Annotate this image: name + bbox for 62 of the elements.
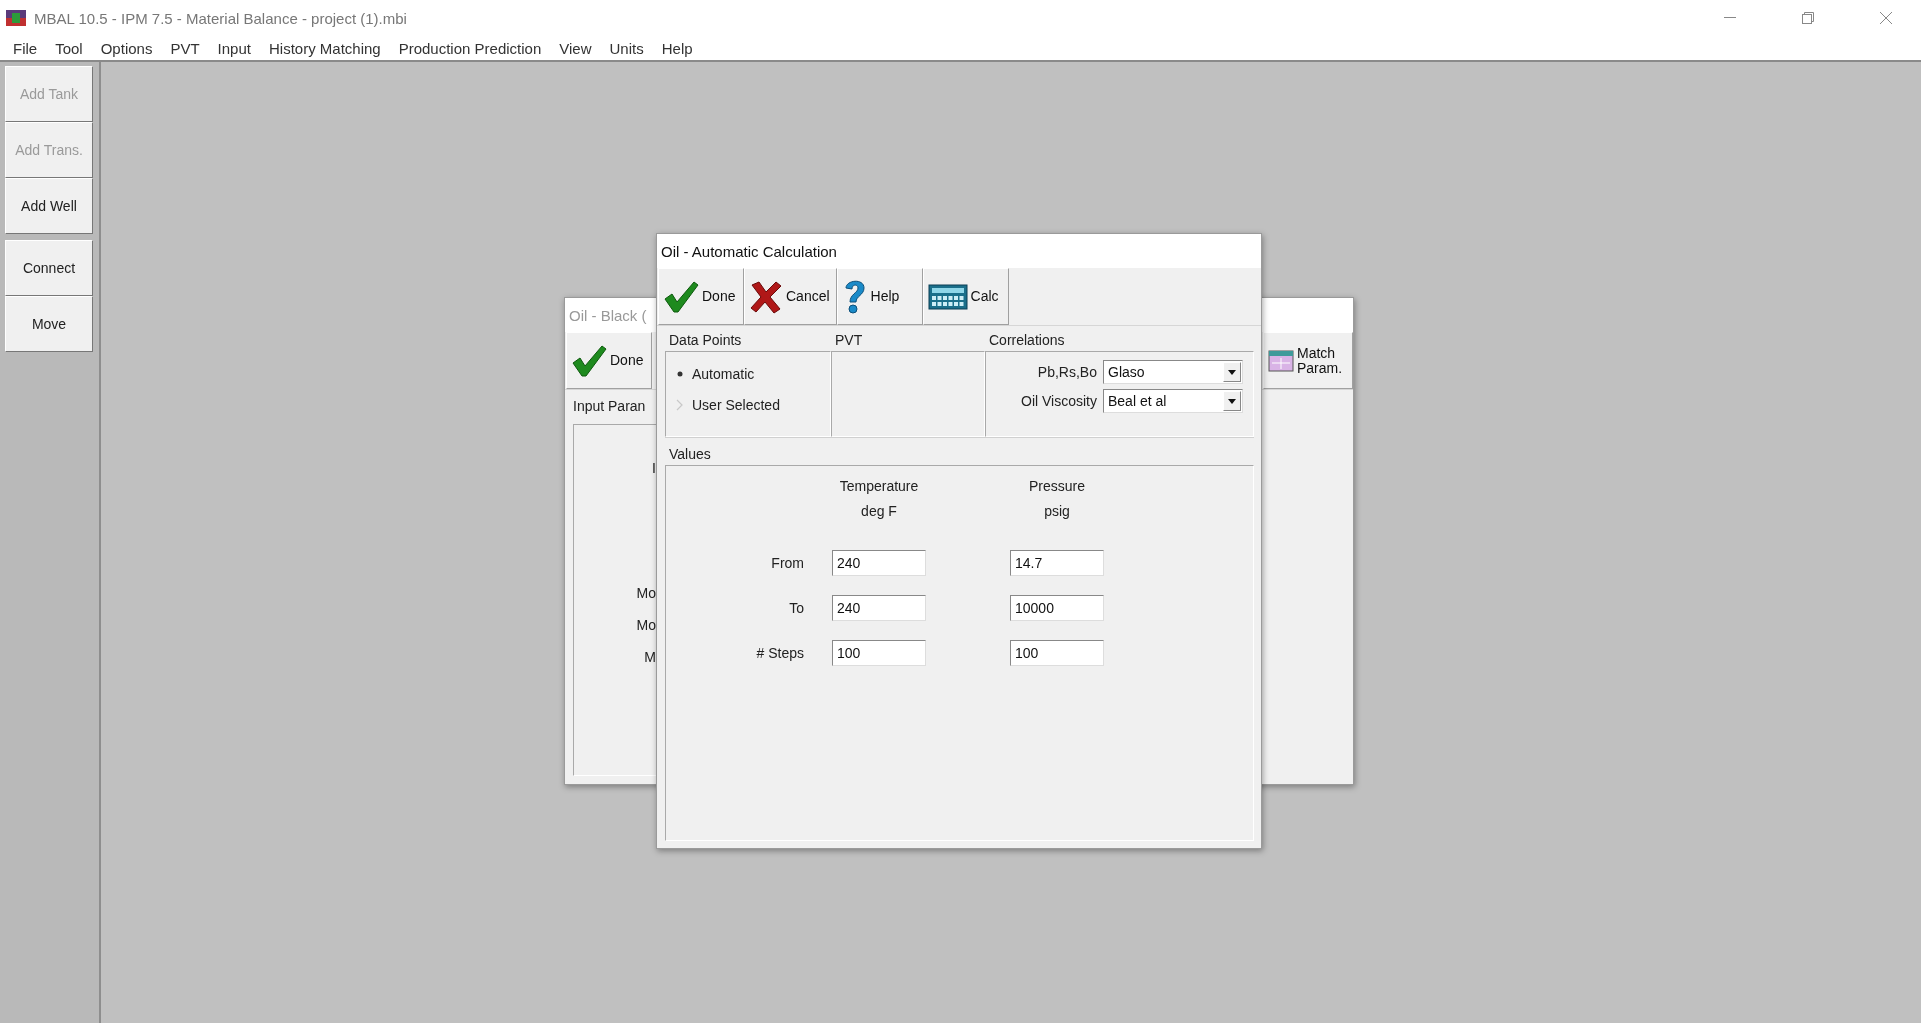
row-label: To: [789, 600, 804, 616]
calculator-icon: [927, 283, 968, 310]
radio-label[interactable]: User Selected: [692, 397, 780, 413]
unit-label: psig: [1044, 503, 1070, 519]
field-label: Pb,Rs,Bo: [1037, 364, 1097, 380]
field-label: I: [652, 459, 656, 477]
field-label: Mo: [636, 616, 656, 634]
dropdown-arrow-icon: [1228, 369, 1236, 375]
menu-item[interactable]: Production Prediction: [389, 39, 551, 57]
group-title: PVT: [835, 332, 864, 348]
window-title: Oil - Automatic Calculation: [657, 234, 1261, 268]
toolbar-button[interactable]: Match Param.: [1263, 332, 1353, 389]
toolbar-button[interactable]: Cancel: [744, 268, 837, 325]
column-header: Pressure: [1029, 478, 1085, 494]
cross-icon: [749, 279, 783, 314]
input-field[interactable]: 10000: [1010, 595, 1104, 621]
toolbar-button[interactable]: Done: [658, 268, 744, 325]
radio-label[interactable]: Automatic: [692, 366, 755, 382]
unit-label: deg F: [861, 503, 897, 519]
checkmark-icon: [571, 343, 607, 378]
table-icon: [1268, 349, 1294, 372]
row-label: # Steps: [756, 645, 804, 661]
menu-item[interactable]: Help: [652, 39, 702, 57]
radio-selected-icon[interactable]: [676, 370, 684, 378]
group-title: Data Points: [669, 332, 743, 348]
restore-icon: [1802, 12, 1814, 24]
menu-item[interactable]: Units: [600, 39, 653, 57]
menu-item[interactable]: PVT: [161, 39, 209, 57]
toolbar-button[interactable]: Move: [5, 296, 93, 352]
group-title: Values: [669, 446, 712, 462]
input-field[interactable]: 14.7: [1010, 550, 1104, 576]
input-field[interactable]: 240: [832, 595, 926, 621]
group-title: Input Paran: [573, 398, 646, 414]
app-logo-icon: [6, 10, 26, 26]
dropdown-arrow-icon: [1228, 398, 1236, 404]
field-label: Mo: [636, 584, 656, 602]
dropdown[interactable]: Glaso: [1103, 360, 1243, 384]
toolbar-button[interactable]: Done: [566, 332, 652, 389]
menu-item[interactable]: Options: [91, 39, 162, 57]
group-title: Correlations: [989, 332, 1066, 348]
field-label: Oil Viscosity: [1021, 393, 1097, 409]
minimize-icon: [1724, 17, 1736, 19]
close-icon: [1880, 12, 1892, 24]
toolbar-button[interactable]: Add Well: [5, 178, 93, 234]
radio-unselected-icon[interactable]: [676, 399, 684, 411]
menu-item[interactable]: Tool: [46, 39, 92, 57]
dropdown[interactable]: Beal et al: [1103, 389, 1243, 413]
window-title: MBAL 10.5 - IPM 7.5 - Material Balance - project (1).mbi: [34, 9, 408, 27]
checkmark-icon: [663, 279, 699, 314]
menu-item[interactable]: View: [550, 39, 601, 57]
input-field[interactable]: 100: [832, 640, 926, 666]
toolbar-button[interactable]: Help: [836, 268, 923, 325]
menu-item[interactable]: History Matching: [259, 39, 390, 57]
input-field[interactable]: 100: [1010, 640, 1104, 666]
menu-item[interactable]: File: [4, 39, 47, 57]
toolbar-button[interactable]: Connect: [5, 240, 93, 296]
field-label: M: [644, 648, 656, 666]
row-label: From: [771, 555, 804, 571]
column-header: Temperature: [839, 478, 919, 494]
toolbar-button[interactable]: Calc: [922, 268, 1009, 325]
input-field[interactable]: 240: [832, 550, 926, 576]
menu-item[interactable]: Input: [208, 39, 260, 57]
